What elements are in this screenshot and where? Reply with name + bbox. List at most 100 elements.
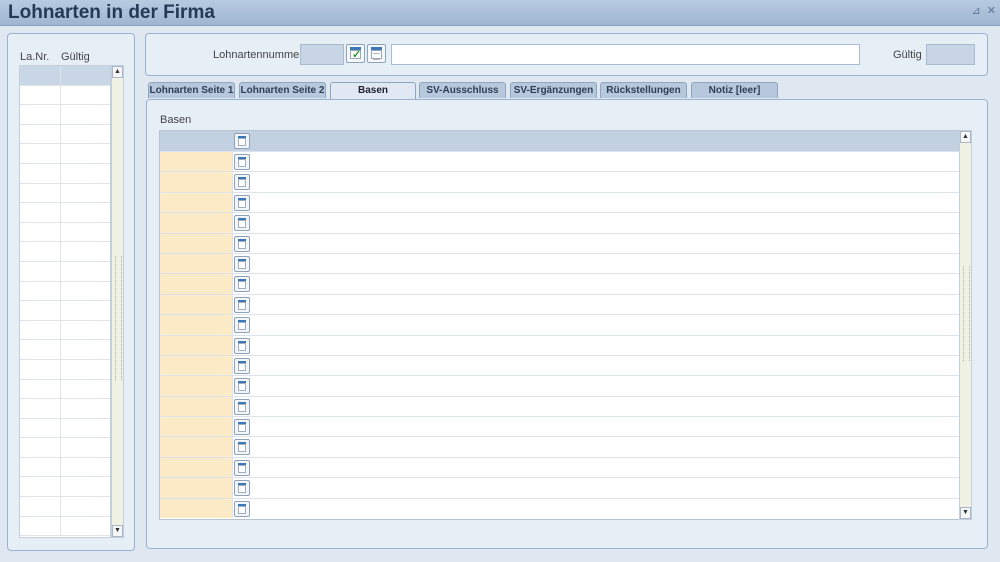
column-header-la-nr[interactable]: La.Nr. (20, 51, 49, 63)
gueltig-cell[interactable] (61, 223, 110, 242)
la-nr-cell[interactable] (20, 418, 61, 438)
lohnart-description-input[interactable] (391, 44, 860, 65)
table-row[interactable] (160, 456, 959, 478)
list-row[interactable] (20, 222, 110, 243)
la-nr-cell[interactable] (20, 85, 61, 105)
row-detail-icon[interactable] (234, 357, 250, 374)
list-row[interactable] (20, 516, 110, 537)
row-detail-icon[interactable] (234, 235, 250, 252)
la-nr-cell[interactable] (20, 359, 61, 379)
gueltig-cell[interactable] (61, 105, 110, 124)
la-nr-cell[interactable] (20, 399, 61, 418)
basen-grid[interactable] (159, 130, 960, 520)
list-row[interactable] (20, 203, 110, 223)
column-header-gueltig[interactable]: Gültig (61, 51, 90, 63)
gueltig-cell[interactable] (61, 517, 110, 536)
row-detail-icon[interactable] (234, 194, 250, 211)
calendar-check-icon[interactable]: ✓ (346, 44, 365, 63)
list-row[interactable] (20, 66, 110, 86)
gueltig-cell[interactable] (61, 262, 110, 281)
basis-cell[interactable] (160, 417, 233, 437)
la-nr-cell[interactable] (20, 124, 61, 144)
tab-rueckstellungen[interactable]: Rückstellungen (600, 82, 687, 98)
row-detail-icon[interactable] (234, 296, 250, 313)
list-row[interactable] (20, 379, 110, 400)
table-row[interactable] (160, 375, 959, 396)
la-nr-cell[interactable] (20, 320, 61, 340)
basis-cell[interactable] (160, 152, 233, 172)
table-row[interactable] (160, 314, 959, 335)
row-detail-icon[interactable] (234, 255, 250, 272)
basis-cell[interactable] (160, 213, 233, 233)
gueltig-cell[interactable] (61, 164, 110, 183)
list-row[interactable] (20, 457, 110, 478)
scroll-down-icon[interactable]: ▼ (112, 525, 123, 537)
list-row[interactable] (20, 124, 110, 145)
table-row[interactable] (160, 395, 959, 417)
table-row[interactable] (160, 171, 959, 192)
basis-cell[interactable] (160, 172, 233, 192)
list-row[interactable] (20, 359, 110, 380)
basis-cell[interactable] (160, 498, 233, 519)
list-row[interactable] (20, 242, 110, 262)
table-row[interactable] (160, 151, 959, 172)
gueltig-cell[interactable] (61, 399, 110, 418)
row-detail-icon[interactable] (234, 398, 250, 415)
la-nr-cell[interactable] (20, 477, 61, 497)
gueltig-cell[interactable] (61, 203, 110, 222)
gueltig-cell[interactable] (61, 66, 110, 85)
row-detail-icon[interactable] (234, 419, 250, 436)
la-nr-cell[interactable] (20, 261, 61, 281)
row-detail-icon[interactable] (234, 174, 250, 191)
tab-lohnarten-seite-2[interactable]: Lohnarten Seite 2 (239, 82, 326, 98)
gueltig-cell[interactable] (61, 340, 110, 359)
basis-cell[interactable] (160, 457, 233, 478)
list-row[interactable] (20, 163, 110, 184)
table-row[interactable] (160, 293, 959, 315)
list-row[interactable] (20, 477, 110, 498)
gueltig-cell[interactable] (61, 86, 110, 105)
la-nr-cell[interactable] (20, 340, 61, 359)
scroll-up-icon[interactable]: ▲ (112, 66, 123, 78)
list-row[interactable] (20, 497, 110, 517)
list-row[interactable] (20, 261, 110, 282)
gueltig-cell[interactable] (61, 419, 110, 438)
gueltig-cell[interactable] (61, 282, 110, 301)
basis-cell[interactable] (160, 396, 233, 417)
basis-cell[interactable] (160, 274, 233, 294)
la-nr-cell[interactable] (20, 144, 61, 163)
gueltig-cell[interactable] (61, 380, 110, 399)
la-nr-cell[interactable] (20, 105, 61, 124)
list-row[interactable] (20, 183, 110, 204)
gueltig-cell[interactable] (61, 360, 110, 379)
la-nr-cell[interactable] (20, 516, 61, 536)
table-row[interactable] (160, 497, 959, 519)
grid-scrollbar[interactable]: ▲ ▼ (959, 130, 972, 520)
basis-cell[interactable] (160, 315, 233, 335)
list-row[interactable] (20, 105, 110, 125)
row-detail-icon[interactable] (234, 378, 250, 395)
la-nr-cell[interactable] (20, 438, 61, 457)
tab-sv-ergaenzungen[interactable]: SV-Ergänzungen (510, 82, 597, 98)
tab-lohnarten-seite-1[interactable]: Lohnarten Seite 1 (148, 82, 235, 98)
basis-cell[interactable] (160, 294, 233, 315)
list-row[interactable] (20, 301, 110, 321)
calendar-list-icon[interactable] (367, 44, 386, 63)
list-row[interactable] (20, 320, 110, 341)
la-nr-cell[interactable] (20, 379, 61, 399)
scroll-thumb[interactable] (963, 266, 970, 361)
row-detail-icon[interactable] (234, 480, 250, 497)
gueltig-cell[interactable] (61, 242, 110, 261)
la-nr-cell[interactable] (20, 281, 61, 301)
list-row[interactable] (20, 281, 110, 302)
basis-cell[interactable] (160, 355, 233, 376)
row-detail-icon[interactable] (234, 276, 250, 293)
lohnartennummer-input[interactable] (300, 44, 344, 65)
table-row[interactable] (160, 334, 959, 355)
lohnarten-list[interactable] (19, 65, 111, 538)
basis-cell[interactable] (160, 192, 233, 213)
table-row[interactable] (160, 212, 959, 233)
scroll-up-icon[interactable]: ▲ (960, 131, 971, 143)
scroll-thumb[interactable] (115, 256, 122, 381)
tab-notiz[interactable]: Notiz [leer] (691, 82, 778, 98)
